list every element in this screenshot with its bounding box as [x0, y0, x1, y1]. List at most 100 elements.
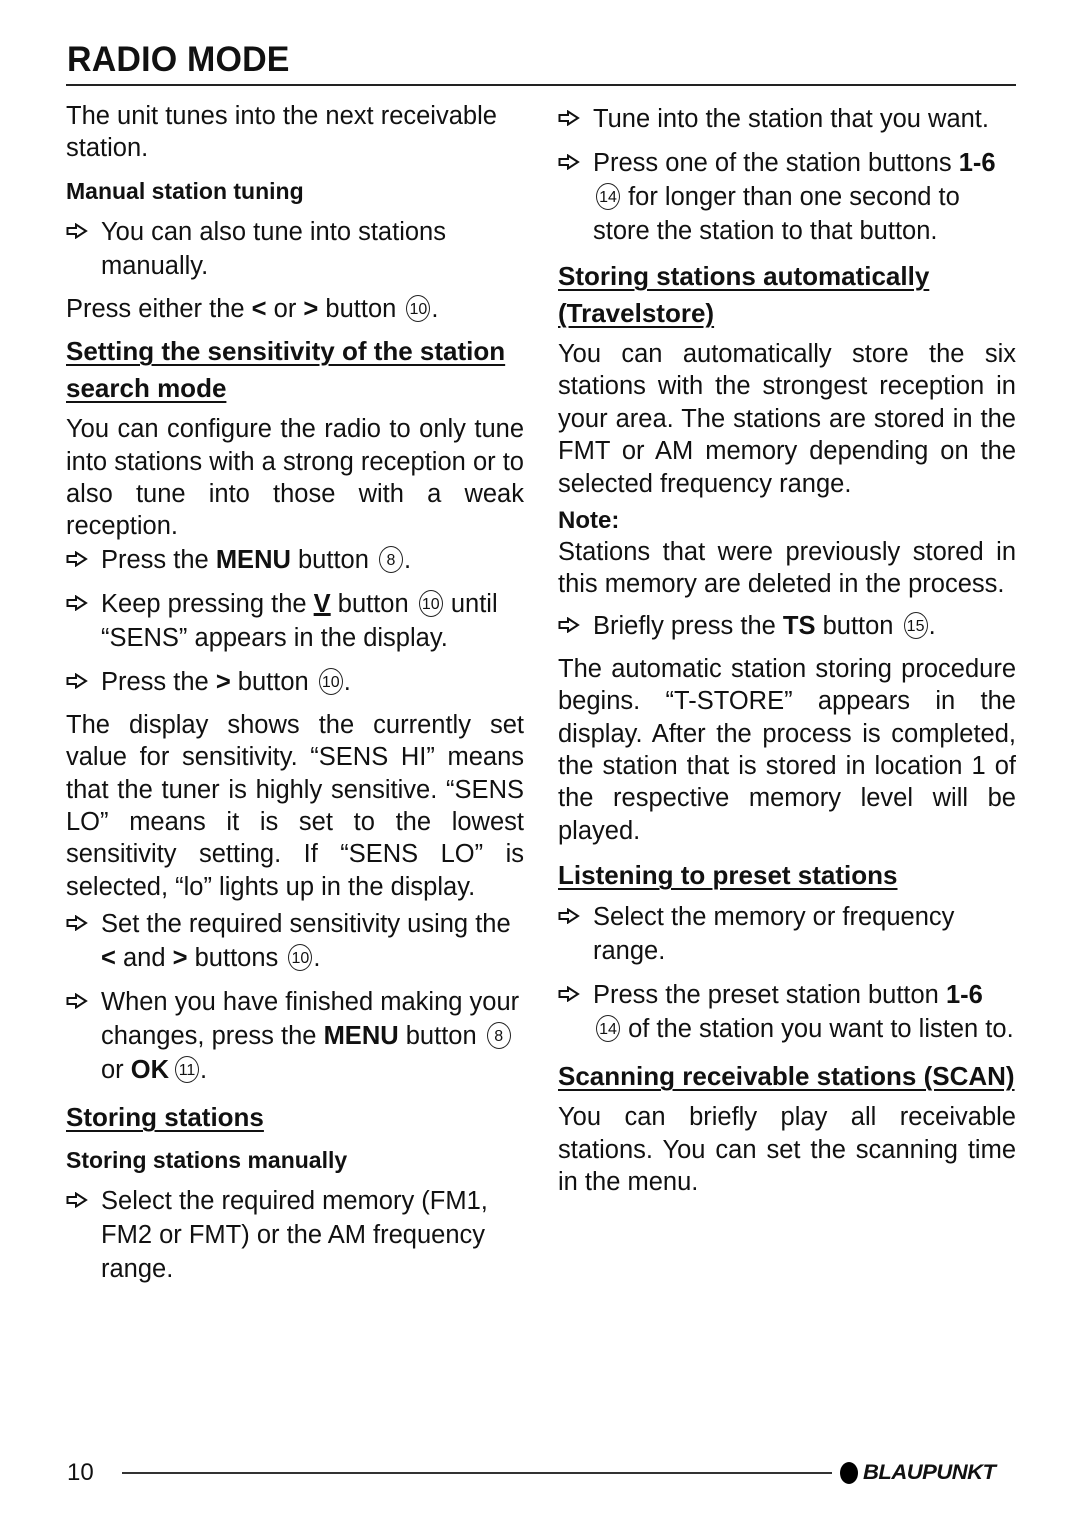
step-manual-tip: You can also tune into stations manually… [66, 215, 524, 283]
arrow-icon [66, 595, 88, 611]
text-fragment: Press the preset station button [593, 981, 946, 1010]
preset-heading: Listening to preset stations [558, 860, 898, 891]
step-press-menu: Press the MENU button 8. [66, 543, 524, 577]
step-press-station: Press one of the station buttons 1-6 14 f… [558, 146, 1016, 248]
text-fragment: Press the [101, 667, 216, 696]
text-fragment: Press the [101, 545, 216, 574]
intro-text: The unit tunes into the next receivable … [66, 102, 497, 163]
travelstore-heading: Storing stations automatically (Travelst… [558, 261, 930, 328]
arrow-icon [66, 993, 88, 1009]
brand-dot-icon [840, 1462, 858, 1484]
sensitivity-heading: Setting the sensitivity of the station s… [66, 336, 506, 404]
step-set-sensitivity: Set the required sensitivity using the <… [66, 907, 524, 975]
step-text: Select the memory or frequency range. [593, 903, 955, 966]
manual-tuning-heading: Manual station tuning [66, 177, 304, 204]
step-press-ts: Briefly press the TS button 15. [558, 609, 1016, 643]
press-either-text: Press either the < or > button 10. [66, 293, 524, 325]
step-press-right: Press the > button 10. [66, 665, 524, 699]
step-press-preset: Press the preset station button 1-6 14 o… [558, 978, 1016, 1046]
text-fragment: and [115, 944, 173, 973]
text-fragment: for longer than one second to store the … [593, 183, 960, 245]
preset-buttons-label: 1-6 [958, 149, 996, 177]
text-fragment: of the station you want to listen to. [621, 1015, 1014, 1044]
right-arrow-symbol: > [303, 294, 319, 323]
callout-number: 14 [596, 183, 620, 210]
arrow-icon [558, 617, 580, 633]
arrow-icon [66, 915, 88, 931]
step-keep-pressing: Keep pressing the V button 10 until “SEN… [66, 587, 524, 655]
arrow-icon [558, 110, 580, 126]
callout-number: 10 [406, 294, 431, 322]
arrow-icon [558, 986, 580, 1002]
text-fragment: button [290, 545, 376, 574]
text-fragment: button [330, 589, 416, 618]
text-fragment: . [928, 611, 936, 640]
step-tune: Tune into the station that you want. [558, 102, 1016, 136]
note-label: Note: [558, 507, 620, 535]
scan-body: You can briefly play all receivable stat… [558, 1103, 1016, 1197]
text-fragment: button [815, 611, 901, 640]
callout-number: 15 [903, 611, 928, 639]
step-text: Select the required memory (FM1, FM2 or … [101, 1187, 488, 1284]
brand-name: BLAUPUNKT [863, 1461, 996, 1484]
text-fragment: . [313, 944, 321, 973]
page-number: 10 [67, 1459, 94, 1486]
text-fragment: or [101, 1056, 131, 1085]
step-text: Tune into the station that you want. [593, 105, 989, 133]
left-column: The unit tunes into the next receivable … [66, 100, 524, 1296]
display-body: The display shows the currently set valu… [66, 710, 524, 901]
scan-heading: Scanning receivable stations (SCAN) [558, 1061, 1015, 1092]
callout-number: 10 [418, 589, 443, 617]
arrow-icon [66, 1192, 88, 1208]
footer-divider [122, 1472, 832, 1474]
travelstore-body: You can automatically store the six stat… [558, 340, 1016, 498]
page-title: RADIO MODE [67, 40, 290, 79]
text-fragment: . [200, 1056, 208, 1085]
callout-number: 11 [175, 1056, 200, 1084]
text-fragment: Press either the [66, 294, 252, 323]
text-fragment: . [343, 667, 351, 696]
right-arrow-symbol: > [215, 667, 231, 696]
arrow-icon [66, 223, 88, 239]
arrow-icon [66, 673, 88, 689]
arrow-icon [558, 154, 580, 170]
step-select-memory: Select the required memory (FM1, FM2 or … [66, 1184, 524, 1286]
left-arrow-symbol: < [101, 944, 116, 973]
text-fragment: button [398, 1022, 484, 1051]
preset-buttons-label: 1-6 [945, 981, 983, 1010]
down-arrow-symbol: V [313, 589, 331, 618]
title-divider [66, 84, 1016, 86]
ts-button-label: TS [782, 611, 816, 640]
note-body: Stations that were previously stored in … [558, 538, 1016, 599]
sensitivity-body: You can configure the radio to only tune… [66, 415, 524, 541]
callout-number: 8 [486, 1022, 511, 1050]
text-fragment: buttons [187, 944, 286, 973]
step-text: You can also tune into stations manually… [101, 217, 446, 280]
callout-number: 10 [288, 944, 313, 972]
text-fragment: button [230, 667, 316, 696]
left-arrow-symbol: < [251, 294, 267, 323]
callout-number: 10 [318, 667, 343, 695]
arrow-icon [558, 908, 580, 924]
right-arrow-symbol: > [172, 944, 188, 973]
text-fragment: Press one of the station buttons [593, 149, 959, 177]
text-fragment: Keep pressing the [101, 589, 314, 618]
arrow-icon [66, 551, 88, 567]
menu-button-label: MENU [215, 545, 291, 574]
callout-number: 14 [596, 1015, 620, 1043]
text-fragment: button [318, 294, 404, 323]
text-fragment: Set the required sensitivity using the [101, 910, 511, 939]
right-column: Tune into the station that you want. Pre… [558, 100, 1016, 1199]
ok-button-label: OK [130, 1056, 170, 1085]
menu-button-label: MENU [323, 1022, 399, 1051]
text-fragment: . [431, 294, 439, 323]
brand-logo: BLAUPUNKT [840, 1461, 996, 1485]
storing-stations-heading: Storing stations [66, 1102, 264, 1133]
auto-store-body: The automatic station storing procedure … [558, 654, 1016, 845]
step-finish: When you have finished making your chang… [66, 985, 524, 1087]
callout-number: 8 [378, 545, 403, 573]
text-fragment: Briefly press the [593, 611, 783, 640]
text-fragment: . [403, 545, 412, 574]
storing-manual-heading: Storing stations manually [66, 1147, 348, 1174]
text-fragment: or [266, 294, 304, 323]
